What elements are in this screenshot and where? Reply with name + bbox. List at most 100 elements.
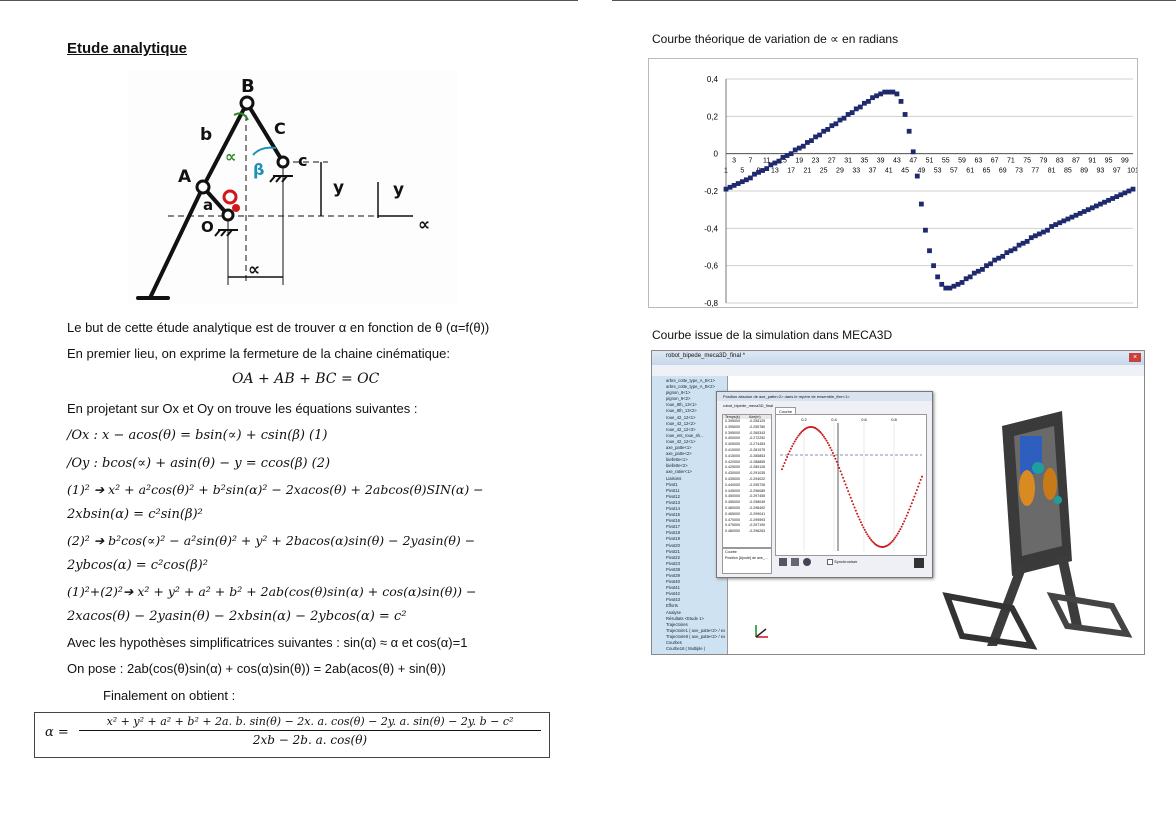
values-table: Temps(s) Axe(m) 0.395000 -0.255129 0.39500… xyxy=(722,414,772,548)
x-tick-label: 73 xyxy=(1015,168,1023,175)
x-tick-label: 65 xyxy=(983,168,991,175)
dialog-title: Position absolue de axe_patte<2> dans le… xyxy=(717,392,932,401)
sim-curve-point xyxy=(782,465,785,468)
x-tick-label: 31 xyxy=(844,158,852,165)
sim-curve-point xyxy=(852,503,855,506)
x-tick-label: 99 xyxy=(1121,158,1129,165)
sim-curve-point xyxy=(904,517,907,520)
x-tick-label: 89 xyxy=(1080,168,1088,175)
sim-curve-point xyxy=(844,483,847,486)
y-tick-label: 0,2 xyxy=(707,112,719,121)
print-icon[interactable] xyxy=(779,558,787,566)
save-icon[interactable] xyxy=(914,558,924,568)
sim-curve-point xyxy=(820,432,823,435)
data-point xyxy=(906,128,912,134)
sim-curve-point xyxy=(792,442,795,445)
sim-curve-point xyxy=(840,473,843,476)
sim-curve-point xyxy=(859,521,862,524)
sim-curve-point xyxy=(842,476,845,479)
x-tick-label: 3 xyxy=(732,158,736,165)
text-line-2: En premier lieu, on exprime la fermeture… xyxy=(67,346,450,361)
eq-1-squared-cont: 2xbsin(α) = c²sin(β)² xyxy=(67,507,203,522)
x-tick-label: 93 xyxy=(1097,168,1105,175)
sim-curve-point xyxy=(868,537,871,540)
chart-caption: Courbe théorique de variation de ∝ en ra… xyxy=(652,32,899,46)
sim-curve-point xyxy=(830,449,833,452)
data-point xyxy=(927,248,932,254)
sim-curve-point xyxy=(857,515,860,518)
sim-curve-point xyxy=(839,470,842,473)
page-title: Etude analytique xyxy=(67,40,188,57)
curve-dialog: Position absolue de axe_patte<2> dans le… xyxy=(716,391,933,578)
sim-curve-point xyxy=(853,506,856,509)
x-tick-label: 61 xyxy=(966,168,974,175)
sim-curve-point xyxy=(787,453,790,456)
sim-curve-point xyxy=(903,520,906,523)
x-tick-label: 39 xyxy=(877,158,885,165)
label-C: C xyxy=(274,119,286,138)
label-A: A xyxy=(178,167,192,187)
sim-curve-point xyxy=(894,536,897,539)
x-tick-label: 23 xyxy=(812,158,820,165)
y-tick-label: -0,4 xyxy=(704,224,718,233)
zoom-icon[interactable] xyxy=(803,558,811,566)
label-alpha: ∝ xyxy=(225,147,236,166)
sim-curve-point xyxy=(851,500,853,503)
y-tick-label: -0,2 xyxy=(704,187,718,196)
sim-curve-point xyxy=(863,528,866,531)
x-tick-label: 7 xyxy=(748,158,752,165)
sim-curve-point xyxy=(821,433,824,436)
sim-curve-point xyxy=(824,437,827,440)
sim-curve-point xyxy=(831,451,834,454)
label-x-axis: ∝ xyxy=(418,215,430,235)
label-y: y xyxy=(333,178,344,198)
sim-curve-point xyxy=(793,440,796,443)
sim-curve-point xyxy=(843,480,846,483)
sim-curve-point xyxy=(797,434,800,437)
data-point xyxy=(898,99,904,104)
sim-curve-point xyxy=(913,495,916,498)
courbe-box: Courbe Position [Ajouté] de axe_... xyxy=(722,548,772,574)
close-icon[interactable]: × xyxy=(1129,353,1141,362)
sim-curve-point xyxy=(783,461,786,464)
x-tick-label: 33 xyxy=(852,168,860,175)
eq-oy: /Oy : bcos(∝) + asin(θ) − y = ccos(β) (2… xyxy=(67,456,331,471)
dialog-inner-title: robot_bipede_meca3D_final xyxy=(723,403,774,408)
simulation-caption: Courbe issue de la simulation dans MECA3… xyxy=(652,328,893,342)
text-line-1: Le but de cette étude analytique est de … xyxy=(67,320,490,335)
sim-curve-point xyxy=(826,441,829,444)
sim-curve-point xyxy=(921,475,923,478)
sim-curve-point xyxy=(895,534,898,537)
plot-tick-label: 0.4 xyxy=(831,417,837,422)
text-line-final: Finalement on obtient : xyxy=(103,688,236,703)
text-line-3: En projetant sur Ox et Oy on trouve les … xyxy=(67,401,418,416)
courbe-value: Position [Ajouté] de axe_... xyxy=(725,556,768,560)
data-point xyxy=(902,112,908,117)
table-cell-value: -0.296263 xyxy=(749,529,766,534)
label-b: b xyxy=(200,125,212,145)
sim-curve-point xyxy=(865,531,867,534)
x-tick-label: 21 xyxy=(804,168,812,175)
sim-curve-point xyxy=(854,509,857,512)
data-point xyxy=(931,263,936,269)
sim-curve-point xyxy=(900,525,903,528)
data-point xyxy=(923,227,928,233)
data-point xyxy=(914,173,920,179)
axis-triad-icon xyxy=(755,625,768,638)
sim-curve-point xyxy=(896,532,899,535)
x-tick-label: 101 xyxy=(1127,168,1137,175)
final-lhs: α = xyxy=(45,725,69,740)
label-x: ∝ xyxy=(248,260,260,280)
sim-curve-point xyxy=(847,490,850,493)
x-tick-label: 29 xyxy=(836,168,844,175)
sim-curve-point xyxy=(891,539,894,542)
sync-checkbox[interactable]: Synchroniser xyxy=(827,559,857,565)
y-tick-label: -0,6 xyxy=(704,262,718,271)
x-tick-label: 35 xyxy=(860,158,868,165)
tree-item[interactable]: Courbe16 ( Multiple ) xyxy=(666,646,727,652)
final-formula-box: α = x² + y² + a² + b² + 2a. b. sin(θ) − … xyxy=(34,712,550,758)
x-tick-label: 55 xyxy=(942,158,950,165)
export-icon[interactable] xyxy=(791,558,799,566)
x-tick-label: 25 xyxy=(820,168,828,175)
x-tick-label: 43 xyxy=(893,158,901,165)
